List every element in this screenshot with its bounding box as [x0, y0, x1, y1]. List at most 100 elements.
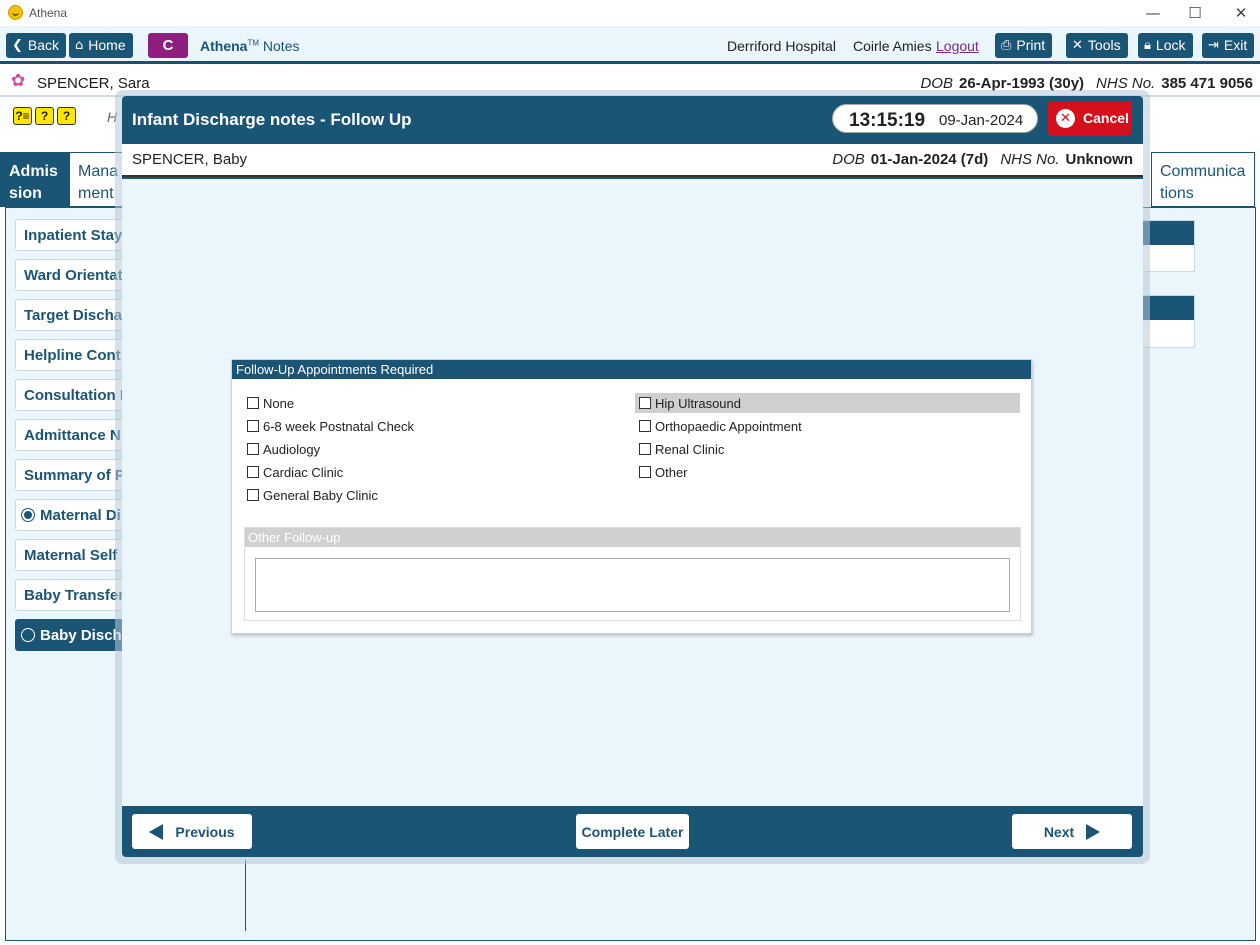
checkbox-label: Orthopaedic Appointment: [655, 418, 802, 434]
print-label: Print: [1016, 37, 1046, 53]
hospital-name: Derriford Hospital: [727, 38, 836, 54]
checkbox-audiology[interactable]: Audiology: [247, 439, 320, 459]
other-follow-up-section: Other Follow-up: [244, 527, 1021, 621]
tools-button[interactable]: ✕ Tools: [1066, 33, 1128, 58]
help-icon[interactable]: ?: [35, 107, 54, 125]
next-label: Next: [1043, 823, 1075, 840]
checkbox-box[interactable]: [639, 466, 651, 478]
checkbox-box[interactable]: [639, 443, 651, 455]
close-circle-icon: ✕: [1056, 108, 1075, 128]
checkbox-box[interactable]: [639, 420, 651, 432]
divider: [245, 860, 246, 931]
checkbox-renal-clinic[interactable]: Renal Clinic: [639, 439, 724, 459]
checkbox-box[interactable]: [247, 443, 259, 455]
complete-later-button[interactable]: Complete Later: [576, 814, 689, 849]
brand-suffix: Notes: [262, 38, 300, 54]
dialog-title: Infant Discharge notes - Follow Up: [132, 110, 412, 129]
checkbox-box[interactable]: [247, 466, 259, 478]
logout-link[interactable]: Logout: [936, 38, 979, 54]
clock-time: 13:15:19: [849, 110, 926, 131]
back-button[interactable]: ❮ Back: [6, 33, 67, 58]
baby-name: SPENCER, Baby: [132, 151, 248, 168]
sidebar-item-ward-orientation[interactable]: Ward Orientat: [15, 259, 125, 291]
checkbox-label: Audiology: [263, 441, 321, 457]
arrow-left-icon: [149, 823, 164, 840]
help-alt-icon[interactable]: ?: [57, 107, 76, 125]
panel-header: Follow-Up Appointments Required: [232, 360, 1031, 379]
c-button[interactable]: C: [148, 33, 188, 58]
printer-icon: ⎙: [1001, 38, 1012, 53]
maximize-icon[interactable]: ☐: [1180, 3, 1210, 23]
home-button[interactable]: ⌂ Home: [69, 33, 133, 58]
main-toolbar: ❮ Back ⌂ Home C AthenaTM Notes Derriford…: [0, 26, 1260, 64]
checkbox-label: General Baby Clinic: [263, 487, 378, 503]
tab-admission[interactable]: Admis sion: [0, 152, 69, 207]
checkbox-box[interactable]: [247, 420, 259, 432]
dialog-body: Follow-Up Appointments Required None 6-8…: [122, 179, 1143, 806]
lock-icon: 🔒︎: [1144, 38, 1151, 53]
checkbox-label: Other: [655, 464, 688, 480]
checkbox-box[interactable]: [247, 397, 259, 409]
brand: AthenaTM Notes: [200, 38, 299, 54]
print-button[interactable]: ⎙ Print: [995, 33, 1053, 58]
home-label: Home: [88, 37, 126, 53]
sidebar-item-target-discharge[interactable]: Target Dischar: [15, 299, 125, 331]
tools-label: Tools: [1087, 37, 1121, 53]
help-list-icon[interactable]: ?≡: [13, 107, 32, 125]
checkbox-postnatal-check[interactable]: 6-8 week Postnatal Check: [247, 416, 414, 436]
other-follow-up-header: Other Follow-up: [245, 528, 1020, 547]
follow-up-panel: Follow-Up Appointments Required None 6-8…: [231, 359, 1032, 634]
back-label: Back: [27, 37, 60, 53]
baby-nhs-value: Unknown: [1065, 151, 1134, 168]
brand-name: Athena: [200, 38, 248, 54]
lock-label: Lock: [1155, 37, 1186, 53]
checkbox-none[interactable]: None: [247, 393, 294, 413]
exit-icon: ⇥: [1208, 38, 1219, 53]
sidebar-item-helpline-contacts[interactable]: Helpline Cont: [15, 339, 125, 371]
checkbox-box[interactable]: [247, 489, 259, 501]
exit-label: Exit: [1223, 37, 1248, 53]
other-follow-up-textarea[interactable]: [255, 558, 1010, 612]
sidebar-item-maternal-self[interactable]: Maternal Self: [15, 539, 125, 571]
sidebar-item-baby-discharge[interactable]: Baby Discha: [15, 619, 125, 651]
checkbox-general-baby-clinic[interactable]: General Baby Clinic: [247, 485, 378, 505]
checkbox-label: 6-8 week Postnatal Check: [263, 418, 415, 434]
checkbox-label: Hip Ultrasound: [655, 395, 741, 411]
sidebar-item-admittance-notes[interactable]: Admittance N: [15, 419, 125, 451]
sidebar-item-summary[interactable]: Summary of P: [15, 459, 125, 491]
checkbox-other[interactable]: Other: [639, 462, 688, 482]
dialog-clock: 13:15:19 09-Jan-2024: [832, 104, 1038, 133]
sidebar-item-consultation[interactable]: Consultation I: [15, 379, 125, 411]
close-icon[interactable]: ✕: [1226, 3, 1256, 23]
sidebar-item-baby-transfer[interactable]: Baby Transfer: [15, 579, 125, 611]
follow-up-dialog: Infant Discharge notes - Follow Up 13:15…: [122, 96, 1143, 857]
sidebar-item-maternal-discharge[interactable]: Maternal Di: [15, 499, 125, 531]
flower-icon: ✿: [11, 71, 26, 91]
tab-communications[interactable]: Communica tions: [1151, 152, 1255, 207]
baby-demographics: DOB 01-Jan-2024 (7d) NHS No. Unknown: [832, 151, 1133, 168]
home-icon: ⌂: [75, 38, 84, 53]
athena-logo-icon: [8, 5, 23, 20]
cancel-label: Cancel: [1083, 110, 1129, 126]
sidebar-item-inpatient-stay[interactable]: Inpatient Stay: [15, 219, 125, 251]
tools-icon: ✕: [1072, 38, 1083, 53]
checkbox-box[interactable]: [639, 397, 651, 409]
user-name: Coirle Amies: [853, 38, 932, 54]
baby-patient-banner: SPENCER, Baby DOB 01-Jan-2024 (7d) NHS No.…: [122, 144, 1143, 177]
clock-date: 09-Jan-2024: [939, 112, 1024, 129]
checkbox-hip-ultrasound[interactable]: Hip Ultrasound: [635, 393, 1020, 413]
window-title: Athena: [29, 6, 68, 20]
previous-button[interactable]: Previous: [132, 814, 252, 849]
cancel-button[interactable]: ✕ Cancel: [1048, 101, 1132, 135]
checkbox-label: Cardiac Clinic: [263, 464, 344, 480]
brand-tm: TM: [247, 38, 260, 48]
checkbox-label: Renal Clinic: [655, 441, 725, 457]
baby-nhs-label: NHS No.: [1000, 151, 1060, 168]
exit-button[interactable]: ⇥ Exit: [1202, 33, 1255, 58]
minimize-icon[interactable]: —: [1138, 3, 1168, 23]
next-button[interactable]: Next: [1012, 814, 1132, 849]
lock-button[interactable]: 🔒︎ Lock: [1138, 33, 1193, 58]
checkbox-cardiac-clinic[interactable]: Cardiac Clinic: [247, 462, 343, 482]
chevron-left-icon: ❮: [12, 38, 23, 53]
checkbox-orthopaedic[interactable]: Orthopaedic Appointment: [639, 416, 802, 436]
